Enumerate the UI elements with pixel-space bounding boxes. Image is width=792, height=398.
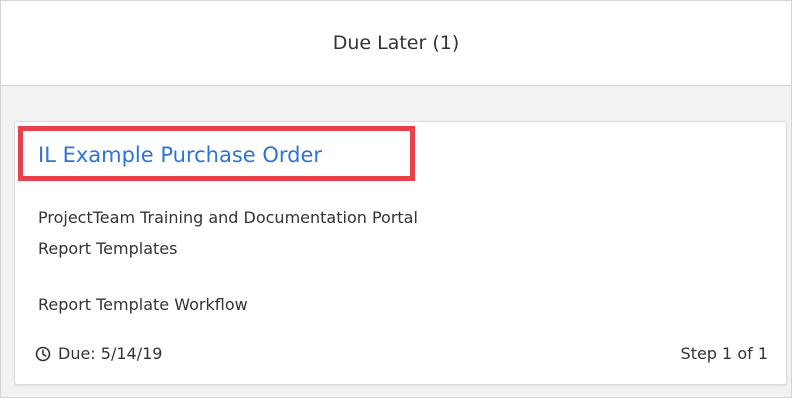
task-card[interactable]: IL Example Purchase Order ProjectTeam Tr… bbox=[14, 121, 787, 385]
task-folder: Report Templates bbox=[38, 239, 178, 258]
panel-header: Due Later (1) bbox=[1, 1, 791, 86]
task-title-link[interactable]: IL Example Purchase Order bbox=[38, 143, 322, 167]
task-due-date: Due: 5/14/19 bbox=[35, 344, 162, 363]
task-workflow: Report Template Workflow bbox=[38, 295, 248, 314]
task-project: ProjectTeam Training and Documentation P… bbox=[38, 208, 418, 227]
panel-title: Due Later (1) bbox=[332, 32, 460, 54]
due-date-text: Due: 5/14/19 bbox=[58, 344, 163, 363]
clock-icon bbox=[35, 346, 51, 362]
due-later-panel: Due Later (1) IL Example Purchase Order … bbox=[0, 0, 792, 398]
task-step: Step 1 of 1 bbox=[680, 344, 768, 363]
